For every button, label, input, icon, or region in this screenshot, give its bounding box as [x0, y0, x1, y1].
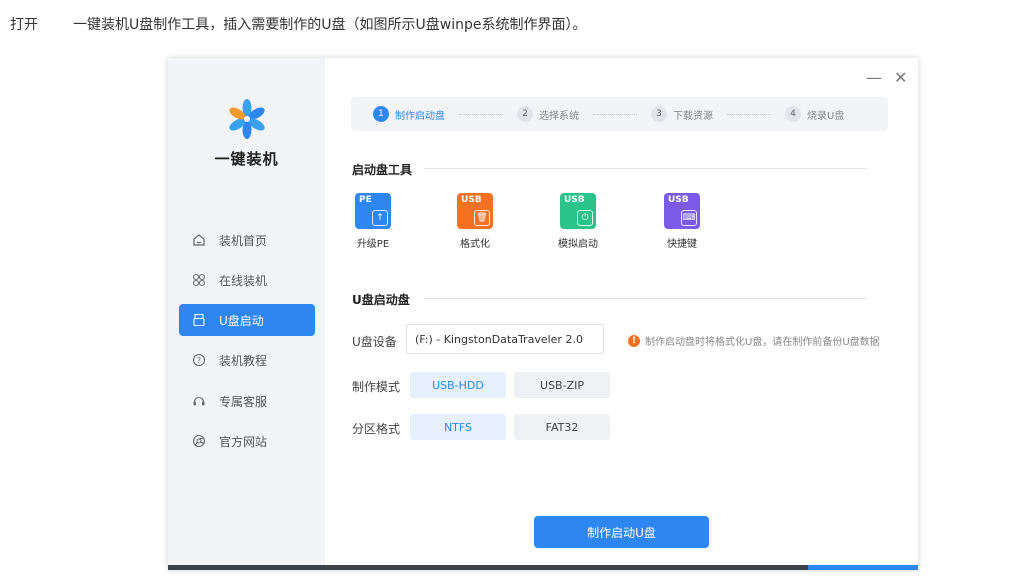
sidebar-item-label: 官方网站	[219, 434, 268, 449]
caption-text: 一键装机U盘制作工具，插入需要制作的U盘（如图所示U盘winpe系统制作界面）。	[73, 17, 587, 33]
format-button[interactable]: USB 🗑 格式化	[445, 193, 505, 250]
logo-icon	[229, 99, 265, 139]
step-number: 2	[517, 106, 533, 122]
puzzle-icon	[191, 272, 207, 288]
minimize-icon[interactable]: —	[866, 68, 882, 87]
device-value: (F:) - KingstonDataTraveler 2.0	[415, 332, 583, 346]
upgrade-pe-icon: PE ↑	[355, 193, 391, 229]
step-number: 3	[651, 106, 667, 122]
tile-tag: USB	[564, 195, 585, 205]
device-label: U盘设备	[352, 335, 397, 349]
tile-badge: 🗑	[474, 210, 490, 226]
step-select-system: 2 选择系统	[517, 106, 579, 122]
usb-device-select[interactable]: (F:) - KingstonDataTraveler 2.0	[406, 324, 604, 354]
simulate-boot-button[interactable]: USB ⏻ 模拟启动	[548, 193, 608, 250]
step-label: 烧录U盘	[807, 110, 845, 122]
section-divider	[424, 168, 866, 169]
step-label: 下载资源	[673, 110, 713, 122]
sidebar-item-label: 装机首页	[219, 233, 268, 248]
tile-tag: PE	[359, 195, 372, 205]
boot-tools-title: 启动盘工具	[352, 163, 413, 177]
tile-tag: USB	[668, 195, 689, 205]
home-icon	[191, 232, 207, 248]
tool-label: 快捷键	[667, 239, 697, 250]
make-boot-usb-button[interactable]: 制作启动U盘	[534, 516, 709, 548]
tool-label: 升级PE	[356, 239, 390, 250]
browser-icon	[191, 433, 207, 449]
step-burn-usb: 4 烧录U盘	[785, 106, 844, 122]
tool-label: 模拟启动	[558, 239, 598, 250]
partition-fat32[interactable]: FAT32	[514, 414, 610, 440]
sidebar-item-label: 专属客服	[219, 394, 268, 409]
window-bottom-bar	[168, 565, 918, 570]
usb-icon	[191, 312, 207, 328]
simulate-boot-icon: USB ⏻	[560, 193, 596, 229]
step-number: 4	[785, 106, 801, 122]
svg-text:?: ?	[197, 356, 201, 365]
tile-badge: ⏻	[577, 210, 593, 226]
step-separator	[593, 113, 637, 115]
partition-ntfs[interactable]: NTFS	[410, 414, 506, 440]
step-number: 1	[373, 106, 389, 122]
format-warning: ! 制作启动盘时将格式化U盘，请在制作前备份U盘数据	[628, 333, 880, 348]
sidebar-item-support[interactable]: 专属客服	[179, 385, 315, 417]
question-icon: ?	[191, 352, 207, 368]
sidebar-item-label: U盘启动	[219, 313, 264, 328]
tile-badge: ↑	[372, 210, 388, 226]
sidebar-item-online-install[interactable]: 在线装机	[179, 264, 315, 296]
headset-icon	[191, 393, 207, 409]
caption-lead: 打开	[10, 17, 38, 33]
tool-label: 格式化	[460, 239, 490, 250]
step-separator	[459, 113, 503, 115]
sidebar-item-website[interactable]: 官方网站	[179, 425, 315, 457]
close-icon[interactable]: ✕	[894, 68, 907, 87]
shortcut-key-button[interactable]: USB ⌨ 快捷键	[652, 193, 712, 250]
upgrade-pe-button[interactable]: PE ↑ 升级PE	[343, 193, 403, 250]
step-progress: 1 制作启动盘 2 选择系统 3 下载资源 4 烧录U盘	[351, 97, 888, 131]
mode-usb-hdd[interactable]: USB-HDD	[410, 372, 506, 398]
step-label: 选择系统	[539, 110, 579, 122]
tile-tag: USB	[461, 195, 482, 205]
window-bottom-accent	[808, 565, 918, 570]
app-window: 一键装机 装机首页 在线装机 U盘启动 ? 装机教程 专属客服 官方网站 — ✕…	[168, 58, 918, 570]
step-separator	[727, 113, 771, 115]
article-caption: 打开 一键装机U盘制作工具，插入需要制作的U盘（如图所示U盘winpe系统制作界面…	[10, 14, 586, 34]
warning-text: 制作启动盘时将格式化U盘，请在制作前备份U盘数据	[645, 337, 880, 348]
brand-name: 一键装机	[214, 150, 279, 168]
sidebar-item-tutorial[interactable]: ? 装机教程	[179, 344, 315, 376]
sidebar-item-usb-boot[interactable]: U盘启动	[179, 304, 315, 336]
step-download-resources: 3 下载资源	[651, 106, 713, 122]
format-icon: USB 🗑	[457, 193, 493, 229]
sidebar: 一键装机 装机首页 在线装机 U盘启动 ? 装机教程 专属客服 官方网站	[168, 58, 325, 565]
sidebar-item-label: 装机教程	[219, 353, 268, 368]
mode-usb-zip[interactable]: USB-ZIP	[514, 372, 610, 398]
step-label: 制作启动盘	[395, 110, 445, 122]
sidebar-item-home[interactable]: 装机首页	[179, 224, 315, 256]
shortcut-icon: USB ⌨	[664, 193, 700, 229]
sidebar-item-label: 在线装机	[219, 273, 268, 288]
partition-label: 分区格式	[352, 422, 401, 436]
step-make-boot-disk: 1 制作启动盘	[373, 106, 445, 122]
mode-label: 制作模式	[352, 380, 401, 394]
warning-icon: !	[628, 334, 640, 347]
usb-boot-disk-title: U盘启动盘	[352, 293, 410, 307]
tile-badge: ⌨	[681, 210, 697, 226]
section-divider	[424, 298, 866, 299]
